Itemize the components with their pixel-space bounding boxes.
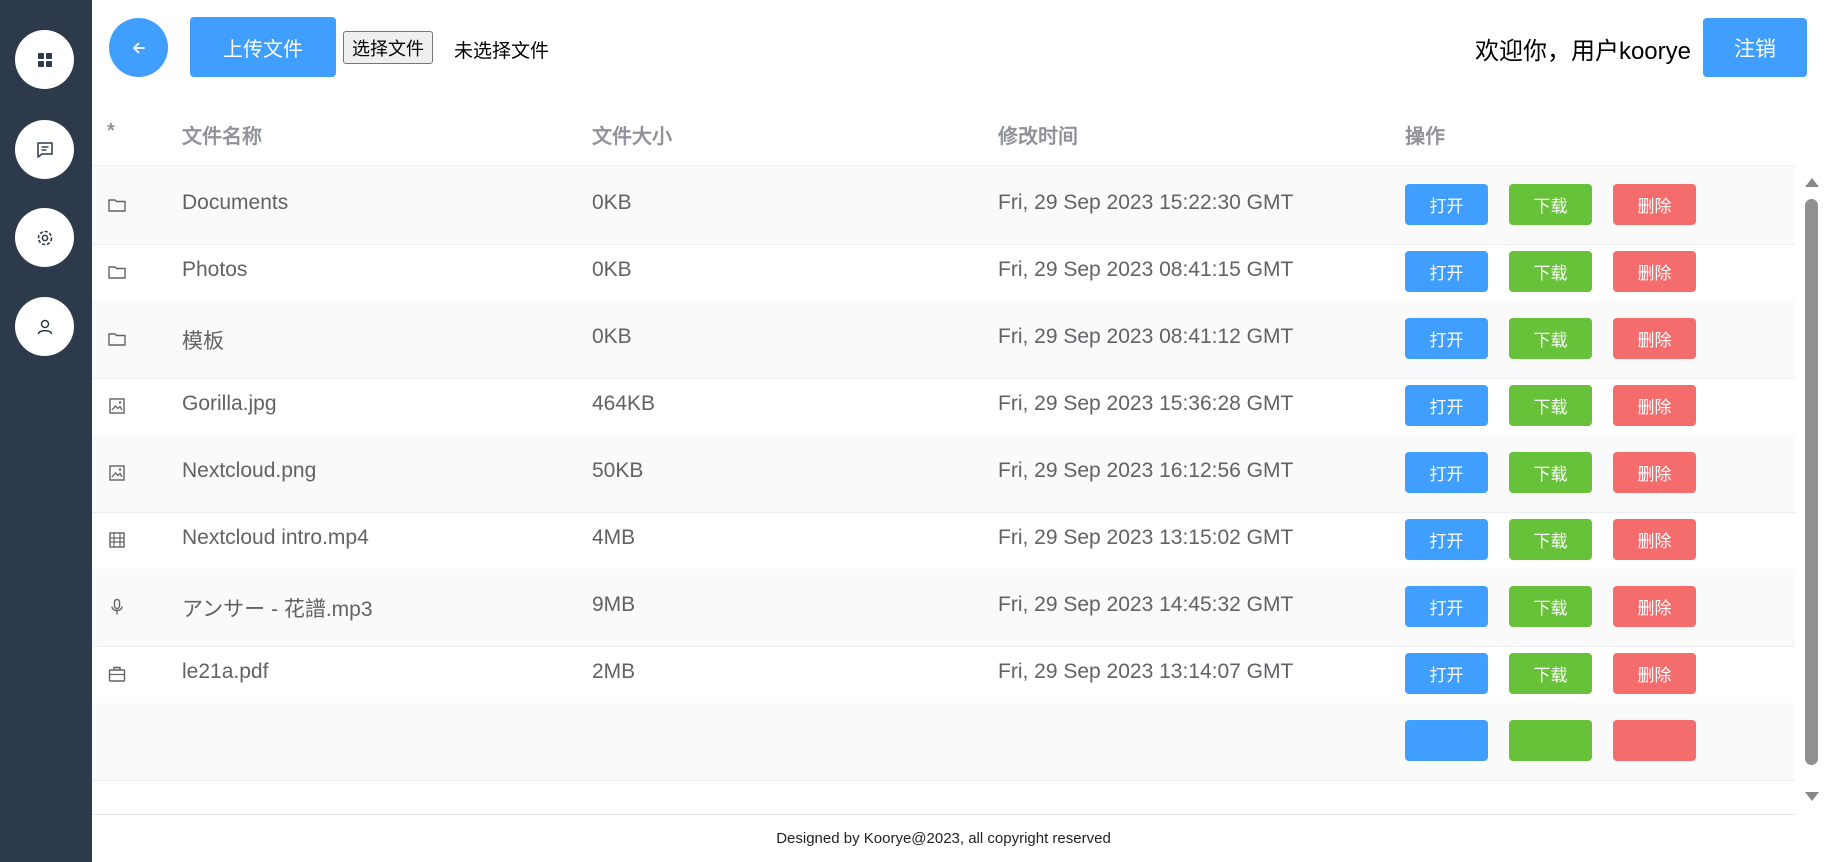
nav-messages-button[interactable] (15, 120, 74, 179)
column-header-size: 文件大小 (592, 126, 672, 148)
logout-button[interactable]: 注销 (1703, 18, 1807, 77)
open-button[interactable]: 打开 (1405, 519, 1488, 560)
open-button[interactable]: 打开 (1405, 385, 1488, 426)
sidebar (0, 0, 92, 862)
file-name[interactable]: Photos (182, 258, 247, 282)
open-button[interactable]: 打开 (1405, 184, 1488, 225)
file-modified: Fri, 29 Sep 2023 16:12:56 GMT (998, 459, 1294, 482)
chat-icon (36, 141, 53, 158)
file-modified: Fri, 29 Sep 2023 08:41:12 GMT (998, 325, 1294, 348)
delete-button[interactable]: 删除 (1613, 318, 1696, 359)
arrow-left-icon (132, 42, 145, 53)
back-button[interactable] (109, 18, 168, 77)
open-button[interactable]: 打开 (1405, 251, 1488, 292)
file-size: 0KB (592, 325, 632, 348)
file-size: 0KB (592, 258, 632, 281)
open-button[interactable]: 打开 (1405, 452, 1488, 493)
file-name[interactable]: Documents (182, 191, 288, 215)
welcome-text: 欢迎你，用户koorye (1474, 38, 1691, 65)
delete-button[interactable]: 删除 (1613, 184, 1696, 225)
download-button[interactable]: 下载 (1509, 251, 1592, 292)
footer: Designed by Koorye@2023, all copyright r… (92, 814, 1795, 862)
file-modified: Fri, 29 Sep 2023 15:22:30 GMT (998, 191, 1294, 214)
download-button[interactable]: 下载 (1509, 385, 1592, 426)
gear-icon (37, 230, 52, 245)
file-size: 0KB (592, 191, 632, 214)
open-button[interactable] (1405, 720, 1488, 761)
folder-icon (108, 333, 126, 346)
file-size: 4MB (592, 526, 636, 549)
table-scrollbar[interactable] (1798, 167, 1824, 814)
file-modified: Fri, 29 Sep 2023 15:36:28 GMT (998, 392, 1294, 415)
image-icon (109, 465, 125, 481)
delete-button[interactable] (1613, 720, 1696, 761)
upload-button[interactable]: 上传文件 (190, 17, 336, 77)
folder-icon (108, 199, 126, 212)
delete-button[interactable]: 删除 (1613, 519, 1696, 560)
open-button[interactable]: 打开 (1405, 318, 1488, 359)
file-name[interactable]: 模板 (182, 325, 224, 355)
folder-icon (108, 266, 126, 279)
delete-button[interactable]: 删除 (1613, 385, 1696, 426)
file-name[interactable]: le21a.pdf (182, 660, 268, 684)
file-modified: Fri, 29 Sep 2023 13:15:02 GMT (998, 526, 1294, 549)
column-header-name: 文件名称 (182, 126, 262, 148)
file-name[interactable]: アンサー - 花譜.mp3 (182, 593, 373, 623)
file-size: 464KB (592, 392, 656, 415)
file-name[interactable]: Gorilla.jpg (182, 392, 277, 416)
column-header-modified: 修改时间 (998, 126, 1078, 148)
scroll-thumb[interactable] (1805, 199, 1818, 765)
column-header-index: * (107, 120, 115, 142)
file-table-body: Documents 0KB Fri, 29 Sep 2023 15:22:30 GM… (92, 167, 1795, 814)
column-header-actions: 操作 (1405, 126, 1445, 148)
open-button[interactable]: 打开 (1405, 653, 1488, 694)
film-icon (109, 532, 125, 548)
delete-button[interactable]: 删除 (1613, 653, 1696, 694)
file-modified: Fri, 29 Sep 2023 08:41:15 GMT (998, 258, 1294, 281)
nav-settings-button[interactable] (15, 208, 74, 267)
user-icon (37, 319, 52, 334)
delete-button[interactable]: 删除 (1613, 452, 1696, 493)
nav-user-button[interactable] (15, 297, 74, 356)
file-name[interactable]: Nextcloud intro.mp4 (182, 526, 369, 550)
scroll-up-arrow[interactable] (1805, 178, 1819, 187)
file-size: 9MB (592, 593, 636, 616)
main-panel: 上传文件 选择文件 未选择文件 欢迎你，用户koorye 注销 * 文件名称 文… (92, 0, 1824, 862)
briefcase-icon (108, 666, 126, 682)
open-button[interactable]: 打开 (1405, 586, 1488, 627)
grid-icon (37, 52, 52, 67)
download-button[interactable]: 下载 (1509, 586, 1592, 627)
download-button[interactable]: 下载 (1509, 519, 1592, 560)
download-button[interactable]: 下载 (1509, 653, 1592, 694)
nav-dashboard-button[interactable] (15, 30, 74, 89)
choose-file-button[interactable]: 选择文件 (343, 31, 433, 64)
no-file-label: 未选择文件 (454, 41, 550, 62)
download-button[interactable]: 下载 (1509, 452, 1592, 493)
file-size: 2MB (592, 660, 636, 683)
table-row-partial (92, 703, 1795, 781)
delete-button[interactable]: 删除 (1613, 586, 1696, 627)
download-button[interactable]: 下载 (1509, 184, 1592, 225)
image-icon (109, 398, 125, 414)
delete-button[interactable]: 删除 (1613, 251, 1696, 292)
file-size: 50KB (592, 459, 644, 482)
file-name[interactable]: Nextcloud.png (182, 459, 316, 483)
microphone-icon (111, 598, 123, 615)
download-button[interactable] (1509, 720, 1592, 761)
table-header: * 文件名称 文件大小 修改时间 操作 (92, 98, 1795, 166)
download-button[interactable]: 下载 (1509, 318, 1592, 359)
file-modified: Fri, 29 Sep 2023 14:45:32 GMT (998, 593, 1294, 616)
file-modified: Fri, 29 Sep 2023 13:14:07 GMT (998, 660, 1294, 683)
scroll-down-arrow[interactable] (1805, 792, 1819, 801)
